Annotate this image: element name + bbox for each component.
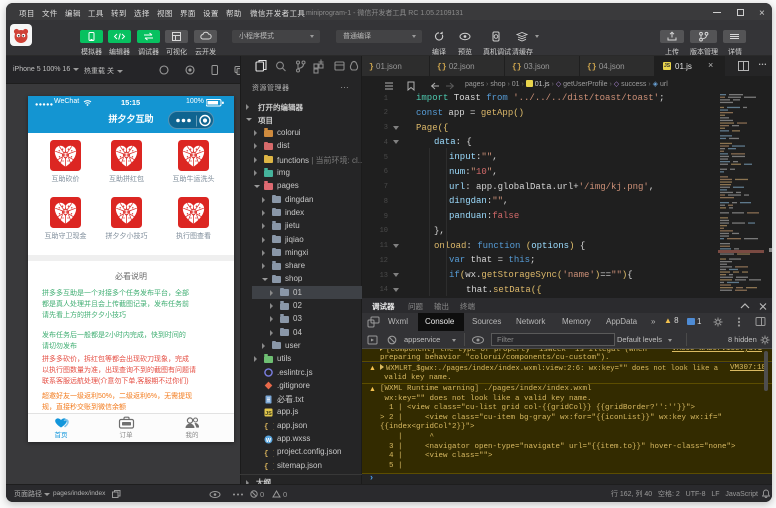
svg-text:{ }: { } xyxy=(264,450,274,457)
svg-text:W: W xyxy=(266,437,272,443)
svg-text:JS: JS xyxy=(265,411,272,417)
svg-text:{ }: { } xyxy=(264,424,274,431)
svg-text:0: 0 xyxy=(260,490,264,499)
svg-text:0: 0 xyxy=(283,490,287,499)
svg-text:{ }: { } xyxy=(264,464,274,471)
